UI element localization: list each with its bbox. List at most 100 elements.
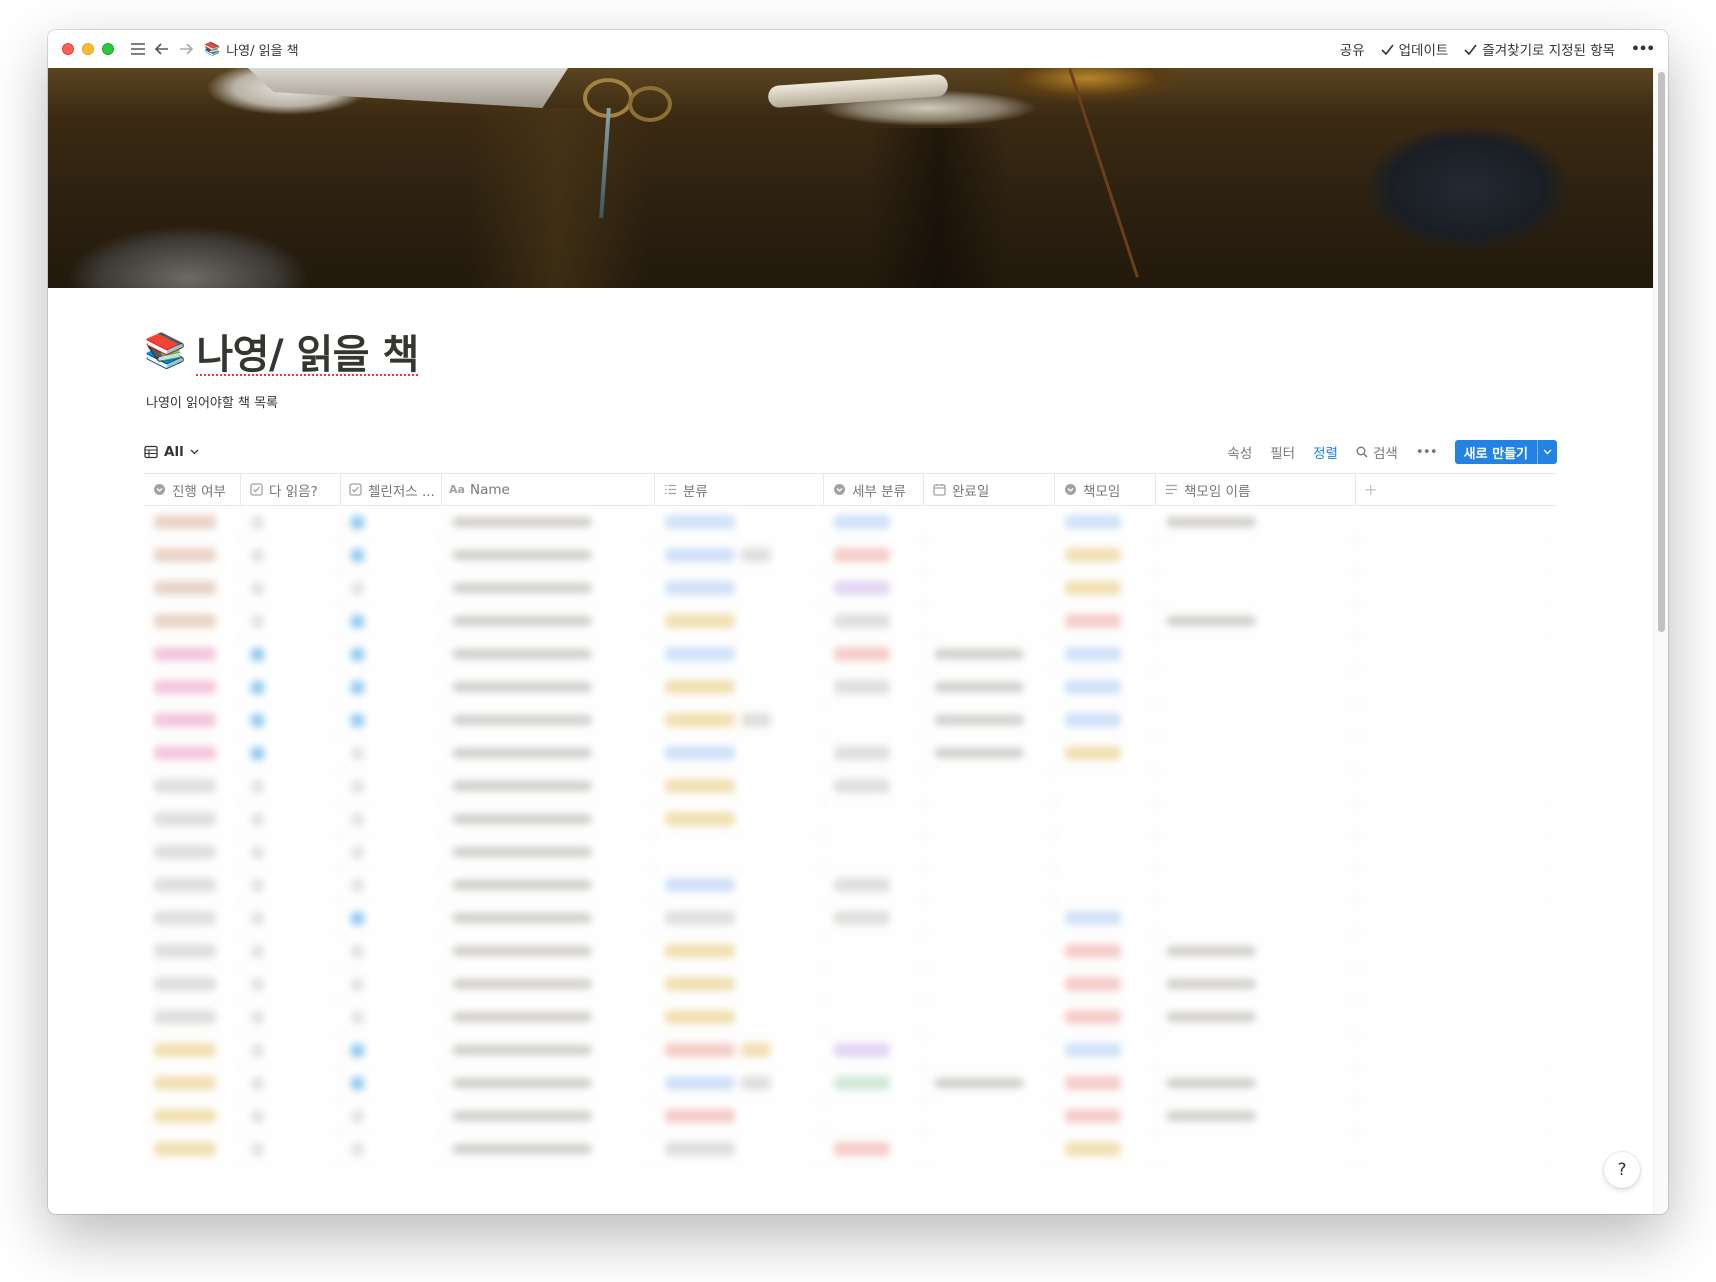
table-cell[interactable]	[144, 1001, 241, 1033]
table-cell[interactable]	[924, 935, 1055, 967]
table-cell[interactable]	[924, 671, 1055, 703]
table-cell[interactable]	[341, 968, 442, 1000]
checkbox[interactable]	[251, 713, 264, 727]
table-cell[interactable]	[655, 1100, 824, 1132]
table-cell[interactable]	[655, 803, 824, 835]
books-emoji-icon[interactable]: 📚	[144, 334, 186, 368]
table-cell[interactable]	[824, 1133, 924, 1165]
table-row[interactable]	[144, 869, 1557, 902]
table-cell[interactable]	[655, 836, 824, 868]
table-cell[interactable]	[1156, 1001, 1356, 1033]
table-cell[interactable]	[144, 902, 241, 934]
table-cell[interactable]	[1055, 1067, 1156, 1099]
table-cell[interactable]	[1055, 968, 1156, 1000]
minimize-window-button[interactable]	[82, 43, 94, 55]
table-cell[interactable]	[824, 770, 924, 802]
table-cell[interactable]	[924, 605, 1055, 637]
table-cell[interactable]	[241, 704, 341, 736]
table-cell[interactable]	[924, 506, 1055, 538]
checkbox[interactable]	[351, 1142, 364, 1156]
table-row[interactable]	[144, 770, 1557, 803]
table-cell[interactable]	[1156, 1034, 1356, 1066]
table-row[interactable]	[144, 1034, 1557, 1067]
table-cell[interactable]	[442, 935, 655, 967]
table-cell[interactable]	[824, 671, 924, 703]
table-cell[interactable]	[341, 572, 442, 604]
table-cell[interactable]	[824, 704, 924, 736]
table-cell[interactable]	[924, 1100, 1055, 1132]
table-cell[interactable]	[655, 638, 824, 670]
table-cell[interactable]	[655, 605, 824, 637]
table-cell[interactable]	[1156, 605, 1356, 637]
more-view-options-icon[interactable]: •••	[1416, 444, 1438, 460]
table-row[interactable]	[144, 1001, 1557, 1034]
table-cell[interactable]	[1055, 506, 1156, 538]
table-cell[interactable]	[1156, 770, 1356, 802]
table-cell[interactable]	[924, 1133, 1055, 1165]
checkbox[interactable]	[251, 977, 264, 991]
table-cell[interactable]	[1055, 803, 1156, 835]
checkbox[interactable]	[351, 779, 364, 793]
table-cell[interactable]	[1055, 1100, 1156, 1132]
table-cell[interactable]	[1055, 605, 1156, 637]
table-cell[interactable]	[144, 968, 241, 1000]
table-cell[interactable]	[924, 737, 1055, 769]
back-arrow-icon[interactable]	[150, 37, 174, 61]
search-button[interactable]: 검색	[1356, 442, 1398, 462]
table-cell[interactable]	[241, 1133, 341, 1165]
view-selector[interactable]: All	[144, 444, 199, 460]
table-cell[interactable]	[1156, 1100, 1356, 1132]
close-window-button[interactable]	[62, 43, 74, 55]
table-row[interactable]	[144, 1067, 1557, 1100]
checkbox[interactable]	[251, 779, 264, 793]
table-cell[interactable]	[241, 506, 341, 538]
table-cell[interactable]	[341, 506, 442, 538]
table-cell[interactable]	[924, 1067, 1055, 1099]
table-cell[interactable]	[924, 968, 1055, 1000]
table-cell[interactable]	[144, 506, 241, 538]
table-cell[interactable]	[1055, 539, 1156, 571]
table-cell[interactable]	[442, 737, 655, 769]
checkbox[interactable]	[351, 647, 364, 661]
checkbox[interactable]	[351, 1076, 364, 1090]
table-cell[interactable]	[144, 704, 241, 736]
table-cell[interactable]	[924, 704, 1055, 736]
column-header[interactable]: Aa Name	[442, 474, 655, 505]
table-cell[interactable]	[241, 671, 341, 703]
table-cell[interactable]	[241, 770, 341, 802]
table-cell[interactable]	[1156, 671, 1356, 703]
checkbox[interactable]	[251, 1142, 264, 1156]
table-cell[interactable]	[442, 671, 655, 703]
checkbox[interactable]	[351, 1010, 364, 1024]
column-header[interactable]: 진행 여부	[144, 474, 241, 505]
table-cell[interactable]	[824, 869, 924, 901]
scrollbar-thumb[interactable]	[1658, 72, 1665, 632]
checkbox[interactable]	[251, 746, 264, 760]
table-row[interactable]	[144, 704, 1557, 737]
table-cell[interactable]	[924, 770, 1055, 802]
table-row[interactable]	[144, 836, 1557, 869]
checkbox[interactable]	[251, 878, 264, 892]
table-cell[interactable]	[924, 836, 1055, 868]
table-cell[interactable]	[824, 968, 924, 1000]
table-cell[interactable]	[824, 836, 924, 868]
column-header[interactable]: 분류	[655, 474, 824, 505]
favorites-button[interactable]: 즐겨찾기로 지정된 항목	[1464, 39, 1615, 59]
page-description[interactable]: 나영이 읽어야할 책 목록	[146, 392, 1557, 411]
vertical-scrollbar[interactable]	[1653, 68, 1668, 1214]
table-cell[interactable]	[341, 638, 442, 670]
table-cell[interactable]	[655, 935, 824, 967]
table-cell[interactable]	[241, 1034, 341, 1066]
table-cell[interactable]	[924, 638, 1055, 670]
more-options-icon[interactable]: •••	[1631, 41, 1655, 57]
table-cell[interactable]	[655, 1001, 824, 1033]
table-cell[interactable]	[655, 704, 824, 736]
table-cell[interactable]	[1156, 902, 1356, 934]
table-cell[interactable]	[241, 539, 341, 571]
table-cell[interactable]	[241, 737, 341, 769]
table-cell[interactable]	[241, 935, 341, 967]
table-cell[interactable]	[924, 803, 1055, 835]
table-cell[interactable]	[341, 605, 442, 637]
table-row[interactable]	[144, 605, 1557, 638]
checkbox[interactable]	[251, 911, 264, 925]
